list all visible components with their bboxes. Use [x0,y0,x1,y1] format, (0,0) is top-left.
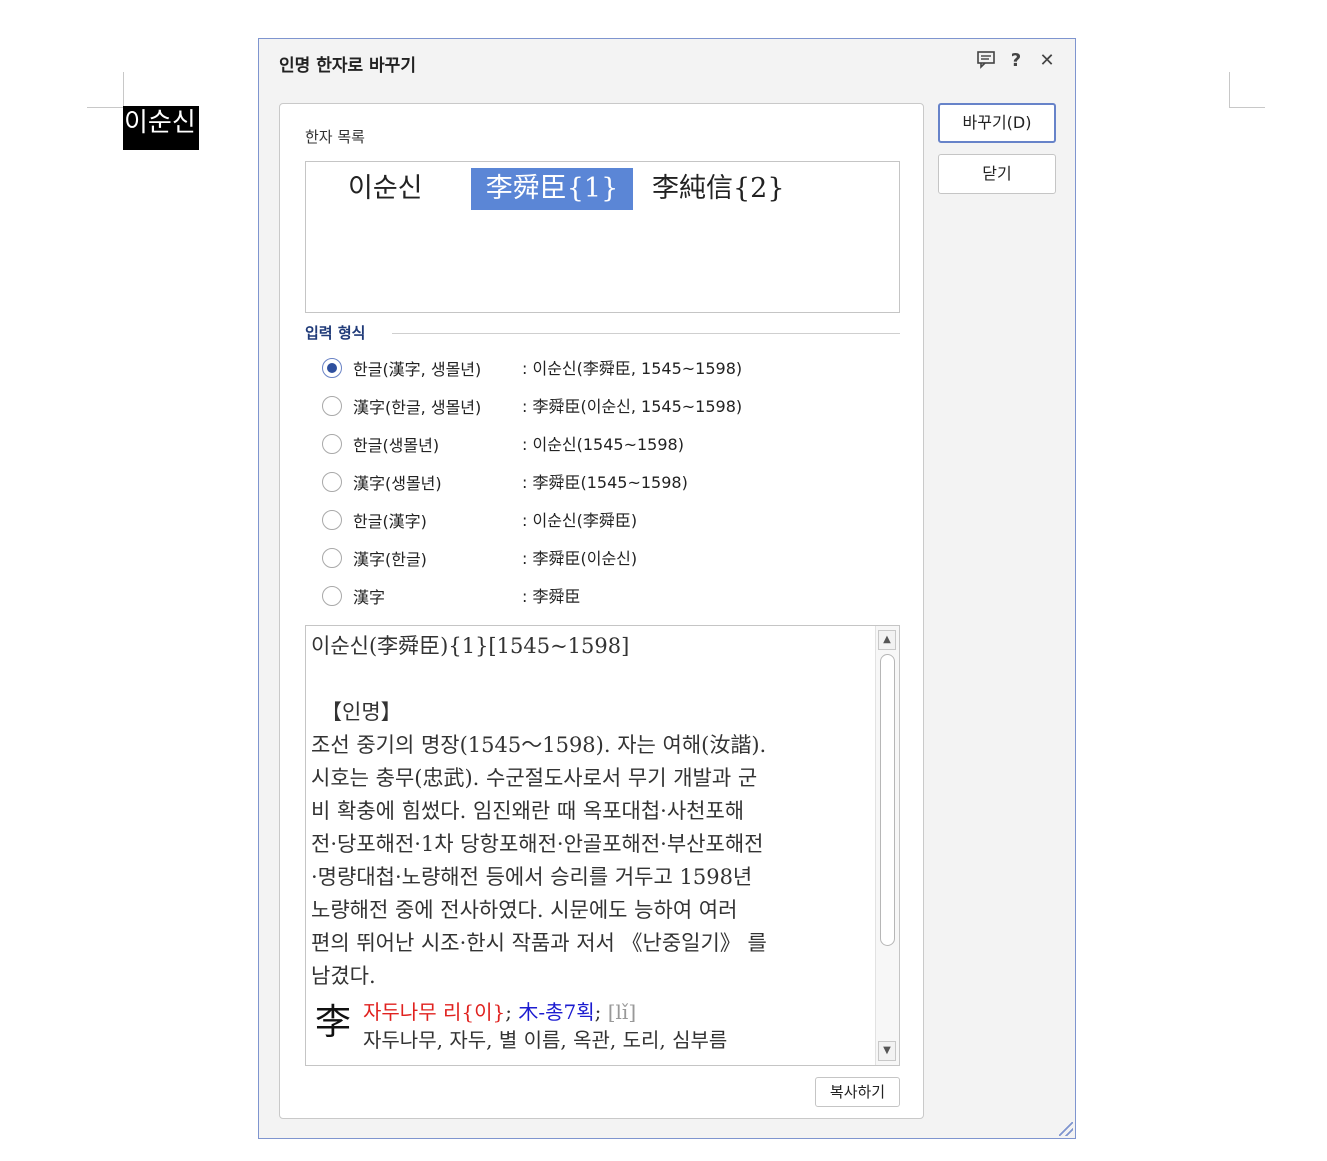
info-line: 전·당포해전·1차 당항포해전·안골포해전·부산포해전 [311,832,764,856]
info-line: 조선 중기의 명장(1545～1598). 자는 여해(汝諧). [311,733,767,757]
info-scrollbar[interactable]: ▲ ▼ [875,626,899,1065]
char-separator: ; [505,1000,519,1024]
format-option-example: : 이순신(李舜臣) [522,511,638,530]
format-option-label: 한글(漢字) [353,512,427,531]
format-option-example: : 이순신(李舜臣, 1545~1598) [522,359,743,378]
hanja-info-box[interactable]: 이순신(李舜臣){1}[1545~1598] 【인명】 조선 중기의 명장(15… [305,625,900,1066]
info-line: 시호는 충무(忠武). 수군절도사로서 무기 개발과 군 [311,766,758,790]
format-option-1[interactable]: 한글(漢字, 생몰년) : 이순신(李舜臣, 1545~1598) [322,354,882,384]
radio-button[interactable] [322,510,342,530]
format-option-label: 漢字(생몰년) [353,474,442,493]
format-option-2[interactable]: 漢字(한글, 생몰년) : 李舜臣(이순신, 1545~1598) [322,392,882,422]
format-option-6[interactable]: 漢字(한글) : 李舜臣(이순신) [322,544,882,574]
format-option-example: : 李舜臣(이순신, 1545~1598) [522,397,743,416]
page-corner-mark-left-v [123,72,124,107]
hanja-info-content: 이순신(李舜臣){1}[1545~1598] 【인명】 조선 중기의 명장(15… [311,630,867,1061]
hanja-candidate-list[interactable]: 이순신 李舜臣{1} 李純信{2} [305,161,900,313]
info-line: 편의 뛰어난 시조·한시 작품과 저서 《난중일기》 를 [311,931,767,955]
dialog-titlebar[interactable]: 인명 한자로 바꾸기 ? ✕ [259,39,1075,83]
close-button[interactable]: 닫기 [938,154,1056,194]
info-line: 남겼다. [311,964,376,988]
char-separator: ; [594,1000,608,1024]
format-option-3[interactable]: 한글(생몰년) : 이순신(1545~1598) [322,430,882,460]
radio-button[interactable] [322,548,342,568]
format-option-example: : 李舜臣(이순신) [522,549,638,568]
candidate-2[interactable]: 李純信{2} [638,168,799,210]
page-corner-mark-right-v [1229,72,1230,107]
replace-button[interactable]: 바꾸기(D) [938,103,1056,143]
char-summary: 자두나무 리{이}; 木-총7획; [lǐ] [363,998,636,1026]
radio-button-checked[interactable] [322,358,342,378]
info-category: 【인명】 [321,700,402,724]
help-icon[interactable]: ? [1004,49,1028,73]
format-option-example: : 이순신(1545~1598) [522,435,684,454]
info-line: 비 확충에 힘썼다. 임진왜란 때 옥포대첩·사천포해 [311,799,745,823]
scroll-thumb[interactable] [880,654,895,946]
format-option-label: 漢字(한글) [353,550,427,569]
info-line: 노량해전 중에 전사하였다. 시문에도 능하여 여러 [311,898,738,922]
hanja-name-convert-dialog: 인명 한자로 바꾸기 ? ✕ 한자 목록 이순신 李舜臣{1} 李純信{2} 입… [258,38,1076,1139]
format-section-divider [392,333,900,334]
dialog-title: 인명 한자로 바꾸기 [279,56,416,76]
comment-icon[interactable] [974,49,998,73]
main-panel: 한자 목록 이순신 李舜臣{1} 李純信{2} 입력 형식 한글(漢字, 생몰년… [279,103,924,1119]
candidate-hangul[interactable]: 이순신 [334,168,437,210]
char-definitions: 자두나무, 자두, 별 이름, 옥관, 도리, 심부름 [363,1028,728,1052]
big-hanja-char: 李 [315,1002,352,1043]
format-option-label: 漢字 [353,588,386,607]
radio-button[interactable] [322,434,342,454]
radio-button[interactable] [322,586,342,606]
scroll-down-icon[interactable]: ▼ [878,1041,896,1061]
document-selected-text[interactable]: 이순신 [123,106,199,150]
page-corner-mark-left-h [87,107,123,108]
info-header: 이순신(李舜臣){1}[1545~1598] [311,634,630,658]
hanja-list-label: 한자 목록 [305,128,365,146]
scroll-up-icon[interactable]: ▲ [878,630,896,650]
candidate-1-selected[interactable]: 李舜臣{1} [471,168,633,210]
char-pinyin: [lǐ] [607,1000,637,1024]
page-corner-mark-right-h [1229,107,1265,108]
radio-button[interactable] [322,396,342,416]
format-option-label: 한글(생몰년) [353,436,440,455]
format-option-label: 漢字(한글, 생몰년) [353,398,482,417]
format-option-label: 한글(漢字, 생몰년) [353,360,482,379]
resize-grip-icon[interactable] [1059,1122,1073,1136]
radio-button[interactable] [322,472,342,492]
format-option-4[interactable]: 漢字(생몰년) : 李舜臣(1545~1598) [322,468,882,498]
format-option-example: : 李舜臣 [522,587,581,606]
char-meaning: 자두나무 리{이} [363,1000,506,1024]
char-detail: 李 자두나무 리{이}; 木-총7획; [lǐ] 자두나무, 자두, 별 이름,… [311,998,867,1061]
format-option-5[interactable]: 한글(漢字) : 이순신(李舜臣) [322,506,882,536]
char-radical: 木-총7획 [518,1000,595,1024]
format-option-example: : 李舜臣(1545~1598) [522,473,688,492]
format-section-title: 입력 형식 [305,324,366,342]
copy-button[interactable]: 복사하기 [815,1077,900,1107]
info-line: ·명량대첩·노량해전 등에서 승리를 거두고 1598년 [311,865,753,889]
close-icon[interactable]: ✕ [1035,49,1059,73]
format-option-7[interactable]: 漢字 : 李舜臣 [322,582,882,612]
